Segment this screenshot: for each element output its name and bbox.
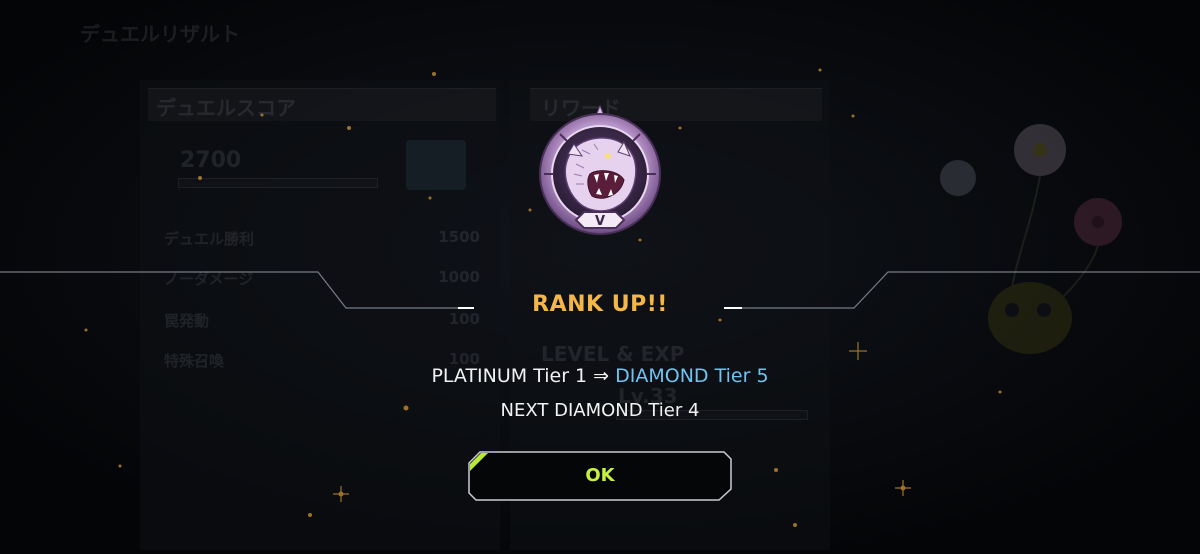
ok-button-label: OK (585, 465, 615, 486)
arrow-glyph: ⇒ (587, 365, 616, 387)
next-rank: NEXT DIAMOND Tier 4 (500, 400, 700, 421)
badge-tier-label: V (595, 214, 605, 229)
rank-up-title: RANK UP!! (532, 292, 668, 317)
from-rank: PLATINUM Tier 1 (431, 365, 588, 387)
ok-button[interactable]: OK (468, 451, 732, 501)
rank-badge: V (532, 104, 668, 242)
rank-emblem-beast-icon: V (539, 104, 661, 235)
rank-change-line: PLATINUM Tier 1 ⇒ DIAMOND Tier 5 (0, 365, 1200, 387)
to-rank: DIAMOND Tier 5 (615, 365, 769, 387)
